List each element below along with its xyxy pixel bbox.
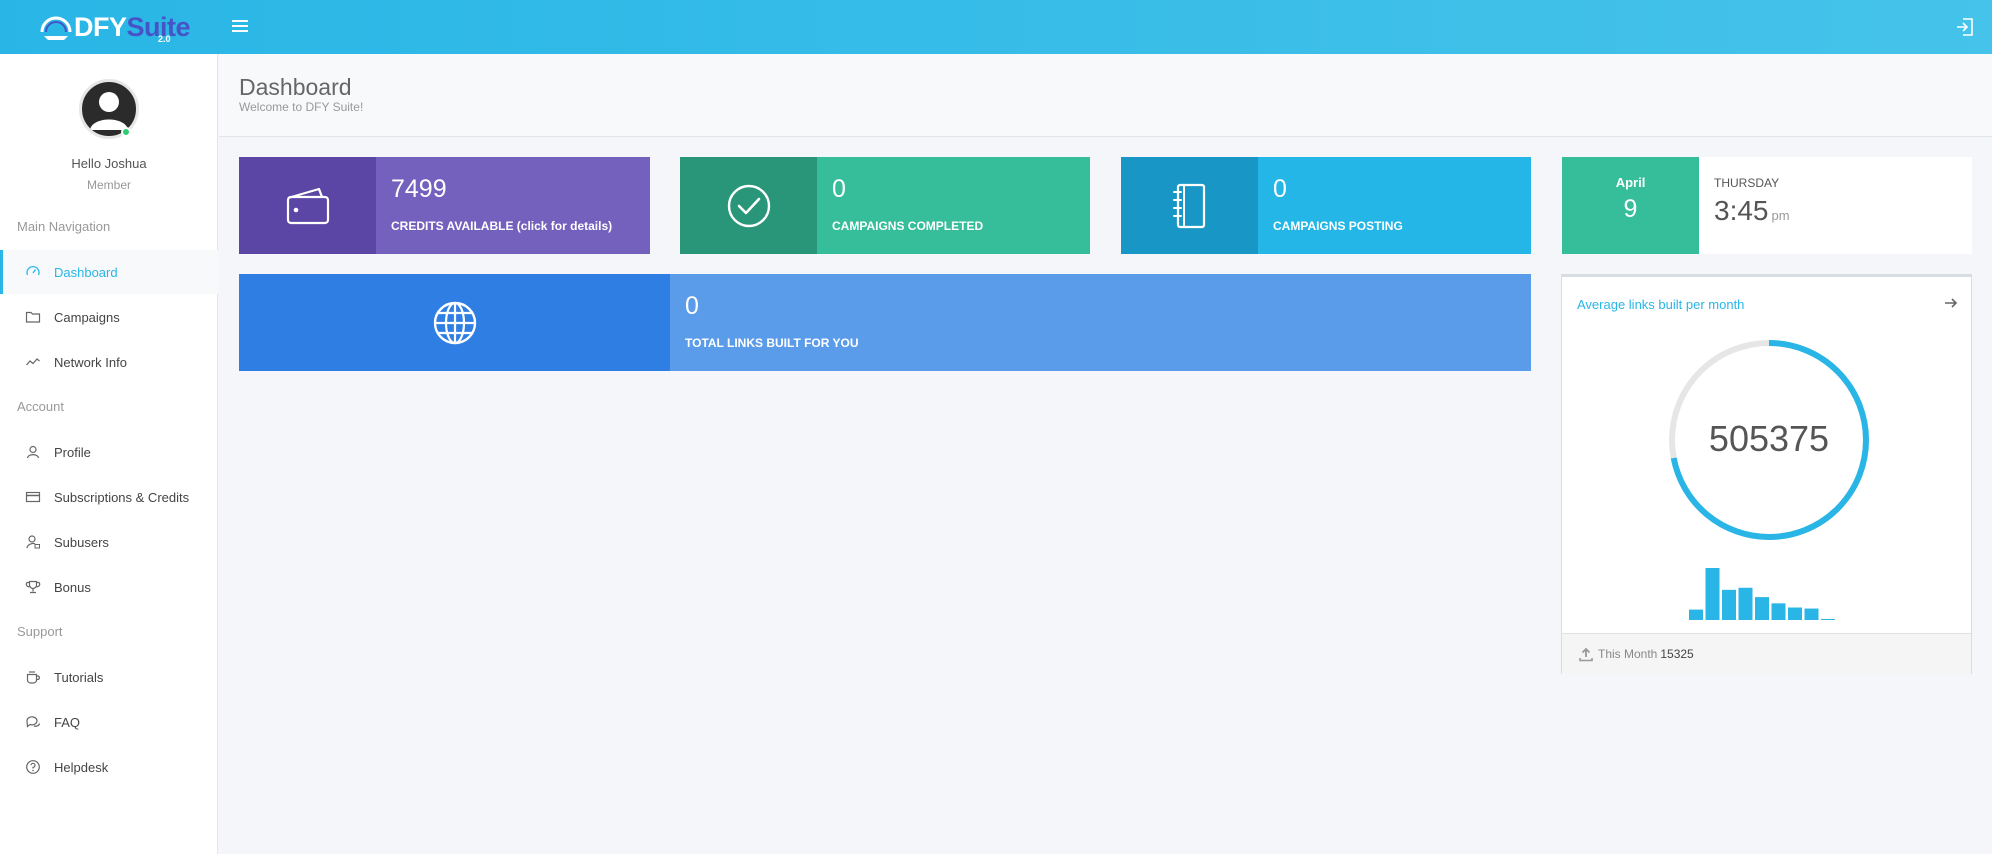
sidebar-item-helpdesk[interactable]: Helpdesk [0,745,218,789]
this-month-label: This Month 15325 [1598,647,1694,661]
notebook-icon [1172,183,1205,228]
credits-value: 7499 [391,175,447,203]
this-month-text: This Month [1598,647,1658,661]
logout-button[interactable] [1954,16,1976,38]
page-title: Dashboard [239,74,352,100]
cup-icon [24,668,42,686]
credits-card[interactable]: 7499 CREDITS AVAILABLE (click for detail… [239,157,650,254]
sidebar-item-label: Campaigns [54,309,120,325]
bar-3 [1738,587,1753,620]
sidebar-item-label: FAQ [54,714,81,730]
logo-icon [40,16,72,40]
bar-0 [1689,609,1703,620]
monthly-bar-chart [1689,568,1835,620]
clock-time: 3:45 pm [1714,195,1790,227]
sidebar-item-subusers[interactable]: Subusers [0,520,218,564]
user-greeting: Hello Joshua [71,156,147,171]
sidebar-item-network-info[interactable]: Network Info [0,340,218,384]
logo-version: 2.0 [158,34,171,44]
sidebar-item-label: Tutorials [54,669,104,685]
menu-toggle-button[interactable] [232,17,248,37]
user-icon [24,443,42,461]
sidebar-item-label: Helpdesk [54,759,109,775]
sidebar-item-label: Dashboard [54,264,118,280]
page-subtitle: Welcome to DFY Suite! [239,100,364,114]
bar-5 [1771,603,1786,620]
sidebar-item-campaigns[interactable]: Campaigns [0,295,218,339]
bar-4 [1755,597,1769,620]
average-links-panel: Average links built per month 505375 Thi… [1561,274,1972,674]
bar-7 [1804,608,1819,620]
time-ampm: pm [1771,208,1790,223]
page-header: Dashboard Welcome to DFY Suite! [219,54,1992,137]
sidebar-item-tutorials[interactable]: Tutorials [0,655,218,699]
average-links-value: 505375 [1709,418,1829,459]
credits-card-icon-area [239,157,376,254]
date-panel: April 9 [1562,157,1699,254]
user-role: Member [86,178,131,192]
user-lock-icon [24,533,42,551]
top-bar: DFYSuite 2.0 [0,0,1992,54]
question-circle-icon [24,758,42,776]
credits-caption: CREDITS AVAILABLE (click for details) [391,219,613,233]
logout-icon [1957,18,1973,36]
date-month: April [1615,175,1646,190]
completed-card-icon-area [680,157,817,254]
chat-icon [24,713,42,731]
completed-caption: CAMPAIGNS COMPLETED [832,219,984,233]
arrow-right-icon[interactable] [1943,295,1959,311]
app-logo[interactable]: DFYSuite 2.0 [40,8,191,46]
folder-icon [24,308,42,326]
sidebar-item-label: Bonus [54,579,91,595]
bar-1 [1705,568,1720,620]
total-links-card[interactable]: 0 TOTAL LINKS BUILT FOR YOU [239,274,1531,371]
average-links-title[interactable]: Average links built per month [1577,297,1744,312]
links-value: 0 [685,292,699,320]
links-caption: TOTAL LINKS BUILT FOR YOU [685,336,859,350]
sidebar-item-bonus[interactable]: Bonus [0,565,218,609]
globe-icon [433,301,476,344]
nav-header-account: Account [17,399,64,414]
average-links-ring: 505375 [1669,340,1869,540]
this-month-footer: This Month 15325 [1562,633,1971,674]
nav-header-support: Support [17,624,63,639]
sidebar-item-profile[interactable]: Profile [0,430,218,474]
bar-2 [1722,589,1736,620]
posting-caption: CAMPAIGNS POSTING [1273,219,1403,233]
credit-card-icon [24,488,42,506]
line-chart-icon [24,353,42,371]
sidebar-item-subscriptions[interactable]: Subscriptions & Credits [0,475,218,519]
trophy-icon [24,578,42,596]
check-circle-icon [727,184,770,227]
sidebar-item-label: Subscriptions & Credits [54,489,190,505]
links-card-icon-area [239,274,670,371]
sidebar: Hello Joshua Member Main Navigation Dash… [0,54,218,854]
online-status-dot [121,127,131,137]
posting-value: 0 [1273,175,1287,203]
campaigns-completed-card[interactable]: 0 CAMPAIGNS COMPLETED [680,157,1090,254]
wallet-icon [286,187,329,224]
nav-header-main: Main Navigation [17,219,111,234]
speedometer-icon [24,263,42,281]
upload-icon [1578,646,1594,662]
date-weekday: THURSDAY [1714,176,1780,190]
date-time-card: April 9 THURSDAY 3:45 pm [1562,157,1972,254]
this-month-value: 15325 [1660,647,1694,661]
bar-8 [1821,618,1835,620]
time-panel: THURSDAY 3:45 pm [1699,157,1972,254]
campaigns-posting-card[interactable]: 0 CAMPAIGNS POSTING [1121,157,1531,254]
logo-dfy: DFY [74,11,127,42]
sidebar-item-label: Subusers [54,534,109,550]
time-value: 3:45 [1714,195,1769,226]
posting-card-icon-area [1121,157,1258,254]
completed-value: 0 [832,175,846,203]
sidebar-item-dashboard[interactable]: Dashboard [0,250,218,294]
sidebar-item-label: Profile [54,444,91,460]
sidebar-item-label: Network Info [54,354,127,370]
bar-6 [1788,607,1802,620]
date-day: 9 [1623,195,1638,223]
sidebar-item-faq[interactable]: FAQ [0,700,218,744]
